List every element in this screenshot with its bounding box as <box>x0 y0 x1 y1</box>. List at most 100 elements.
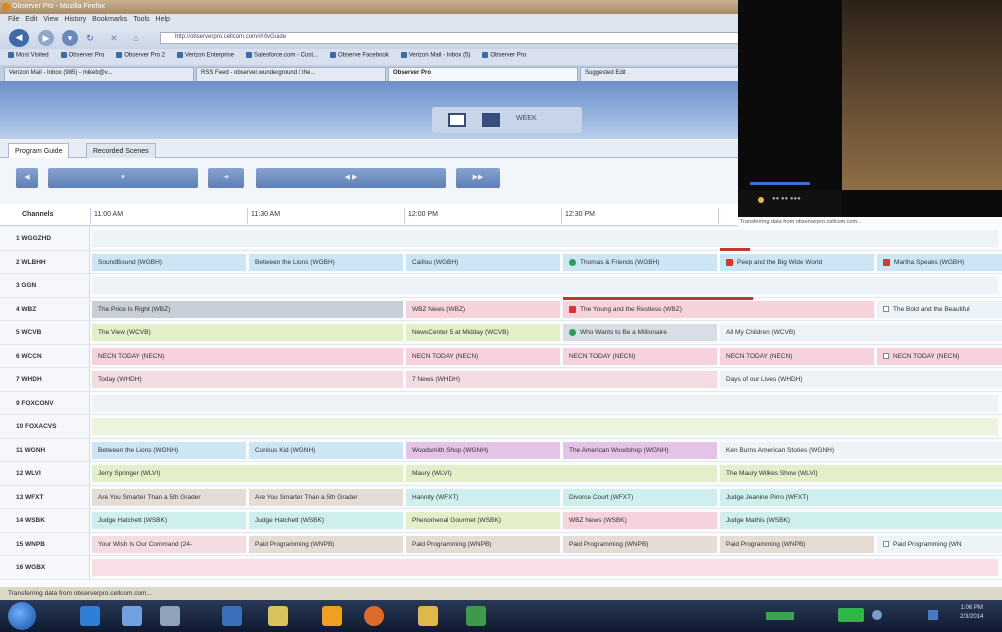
view-label[interactable]: WEEK <box>516 115 537 122</box>
folder-icon[interactable] <box>418 606 438 626</box>
home-icon[interactable]: ⌂ <box>128 30 144 46</box>
program-cell[interactable]: NewsCenter 5 at Midday (WCVB) <box>406 324 560 341</box>
channel-label[interactable]: 6 WCCN <box>0 344 90 367</box>
channel-label[interactable]: 3 GGN <box>0 274 90 297</box>
channel-label[interactable]: 7 WHDH <box>0 368 90 391</box>
address-bar[interactable]: http://observerpro.cellcom.com/#!/tvGuid… <box>160 32 760 44</box>
program-cell[interactable]: Judge Hatchett (WSBK) <box>249 512 403 529</box>
back-button[interactable]: ◀ <box>9 29 29 47</box>
program-cell[interactable]: Hannity (WFXT) <box>406 488 560 506</box>
program-cell[interactable]: The Maury Wilkes Show (WLVI) <box>720 465 1002 482</box>
program-cell[interactable]: Martha Speaks (WGBH) <box>877 253 1002 271</box>
program-cell[interactable]: Peep and the Big Wide World <box>720 253 874 271</box>
single-view-button[interactable] <box>448 113 466 127</box>
checkbox-icon[interactable] <box>883 305 889 312</box>
reload-icon[interactable]: ↻ <box>82 30 98 46</box>
channel-label[interactable]: 4 WBZ <box>0 297 90 320</box>
program-cell[interactable]: Days of our Lives (WHDH) <box>720 371 1002 388</box>
program-cell[interactable]: NECN TODAY (NECN) <box>563 347 717 365</box>
explorer-icon[interactable] <box>122 606 142 626</box>
tray-icon[interactable] <box>872 610 882 620</box>
video-player[interactable]: ●● ●● ●●● <box>738 0 1002 217</box>
menu-history[interactable]: History <box>64 16 86 27</box>
app-icon[interactable] <box>322 606 342 626</box>
program-cell[interactable]: Ken Burns American Stories (WGNH) <box>720 441 1002 459</box>
app-icon[interactable] <box>222 606 242 626</box>
browser-tab[interactable]: Verizon Mail - Inbox (985) - mikeb@v... <box>4 67 194 81</box>
program-cell[interactable]: Between the Lions (WGNH) <box>92 441 246 459</box>
program-cell[interactable]: Paid Programming (WNPB) <box>406 535 560 553</box>
channel-label[interactable]: 13 WFXT <box>0 485 90 508</box>
program-cell[interactable]: Judge Hatchett (WSBK) <box>92 512 246 529</box>
menu-file[interactable]: File <box>8 16 19 27</box>
bookmark-item[interactable]: Verizon Enterprise <box>176 52 234 65</box>
bookmark-item[interactable]: Observer Pro <box>482 52 526 65</box>
media-icon[interactable] <box>160 606 180 626</box>
channel-label[interactable]: 11 WGNH <box>0 438 90 461</box>
tab-program-guide[interactable]: Program Guide <box>8 143 70 158</box>
program-cell[interactable]: WBZ News (WSBK) <box>563 512 717 529</box>
program-cell[interactable]: Maury (WLVI) <box>406 465 717 482</box>
tab-recorded-scenes[interactable]: Recorded Scenes <box>86 143 156 158</box>
bookmark-item[interactable]: Verizon Mail - Inbox (5) <box>400 52 470 65</box>
program-cell[interactable]: Phenomenal Gourmet (WSBK) <box>406 512 560 529</box>
checkbox-icon[interactable] <box>883 540 889 547</box>
program-cell[interactable]: Curious Kid (WGNH) <box>249 441 403 459</box>
channel-label[interactable]: 9 FOXCONV <box>0 391 90 414</box>
program-cell[interactable]: All My Children (WCVB) <box>720 324 1002 341</box>
program-cell[interactable]: Are You Smarter Than a 5th Grader <box>92 488 246 506</box>
ie-icon[interactable] <box>80 606 100 626</box>
program-cell[interactable]: NECN TODAY (NECN) <box>92 347 403 365</box>
program-cell[interactable]: Paid Programming (WN <box>877 535 1002 553</box>
menu-edit[interactable]: Edit <box>25 16 37 27</box>
program-cell[interactable]: 7 News (WHDH) <box>406 371 717 388</box>
firefox-icon[interactable] <box>364 606 384 626</box>
bookmark-item[interactable]: Observer Pro 2 <box>116 52 165 65</box>
program-cell[interactable]: Jerry Springer (WLVI) <box>92 465 403 482</box>
next-button[interactable]: ▶▶ <box>456 168 500 188</box>
program-cell[interactable]: The View (WCVB) <box>92 324 403 341</box>
menu-view[interactable]: View <box>43 16 58 27</box>
program-cell[interactable]: Thomas & Friends (WGBH) <box>563 253 717 271</box>
stop-icon[interactable]: ✕ <box>106 30 122 46</box>
program-cell[interactable]: Caillou (WGBH) <box>406 253 560 271</box>
program-cell[interactable]: SoundBound (WGBH) <box>92 253 246 271</box>
menu-help[interactable]: Help <box>156 16 170 27</box>
program-cell[interactable]: WBZ News (WBZ) <box>406 300 560 318</box>
date-range-button[interactable]: ▾ <box>48 168 198 188</box>
program-cell[interactable]: NECN TODAY (NECN) <box>877 347 1002 365</box>
tray-icon[interactable] <box>928 610 938 620</box>
bookmark-item[interactable]: Observe Facebook <box>330 52 389 65</box>
time-range-button[interactable]: ◀ ▶ <box>256 168 446 188</box>
bookmark-item[interactable]: Salesforce.com - Cust... <box>245 52 318 65</box>
grid-view-button[interactable] <box>482 113 500 127</box>
battery-icon[interactable] <box>838 608 864 622</box>
channel-label[interactable]: 10 FOXACVS <box>0 415 90 438</box>
checkbox-icon[interactable] <box>883 352 889 359</box>
program-cell[interactable]: The Price Is Right (WBZ) <box>92 300 403 318</box>
program-cell[interactable]: Are You Smarter Than a 5th Grader <box>249 488 403 506</box>
folder-icon[interactable] <box>268 606 288 626</box>
channel-label[interactable]: 14 WSBK <box>0 509 90 532</box>
excel-icon[interactable] <box>466 606 486 626</box>
bookmark-item[interactable]: Most Visited <box>8 52 49 65</box>
start-button[interactable] <box>8 602 36 630</box>
jump-button[interactable]: ➜ <box>208 168 244 188</box>
program-cell[interactable]: NECN TODAY (NECN) <box>720 347 874 365</box>
program-cell[interactable]: The American Woodshop (WGNH) <box>563 441 717 459</box>
bookmark-item[interactable]: Observer Pro <box>60 52 104 65</box>
program-cell[interactable]: Today (WHDH) <box>92 371 403 388</box>
program-cell[interactable]: Your Wish Is Our Command (24- <box>92 535 246 553</box>
program-cell[interactable]: Between the Lions (WGBH) <box>249 253 403 271</box>
menu-bookmarks[interactable]: Bookmarks <box>92 16 127 27</box>
program-cell[interactable]: Paid Programming (WNPB) <box>720 535 874 553</box>
program-cell[interactable]: Woodsmith Shop (WGNH) <box>406 441 560 459</box>
channel-label[interactable]: 5 WCVB <box>0 321 90 344</box>
play-icon[interactable] <box>758 197 764 203</box>
program-cell[interactable]: The Bold and the Beautiful <box>877 300 1002 318</box>
channel-label[interactable]: 15 WNPB <box>0 532 90 555</box>
program-cell[interactable]: NECN TODAY (NECN) <box>406 347 560 365</box>
browser-tab[interactable]: RSS Feed - observer.wunderground / the..… <box>196 67 386 81</box>
dropdown-icon[interactable]: ▾ <box>62 30 78 46</box>
program-cell[interactable]: Divorce Court (WFXT) <box>563 488 717 506</box>
